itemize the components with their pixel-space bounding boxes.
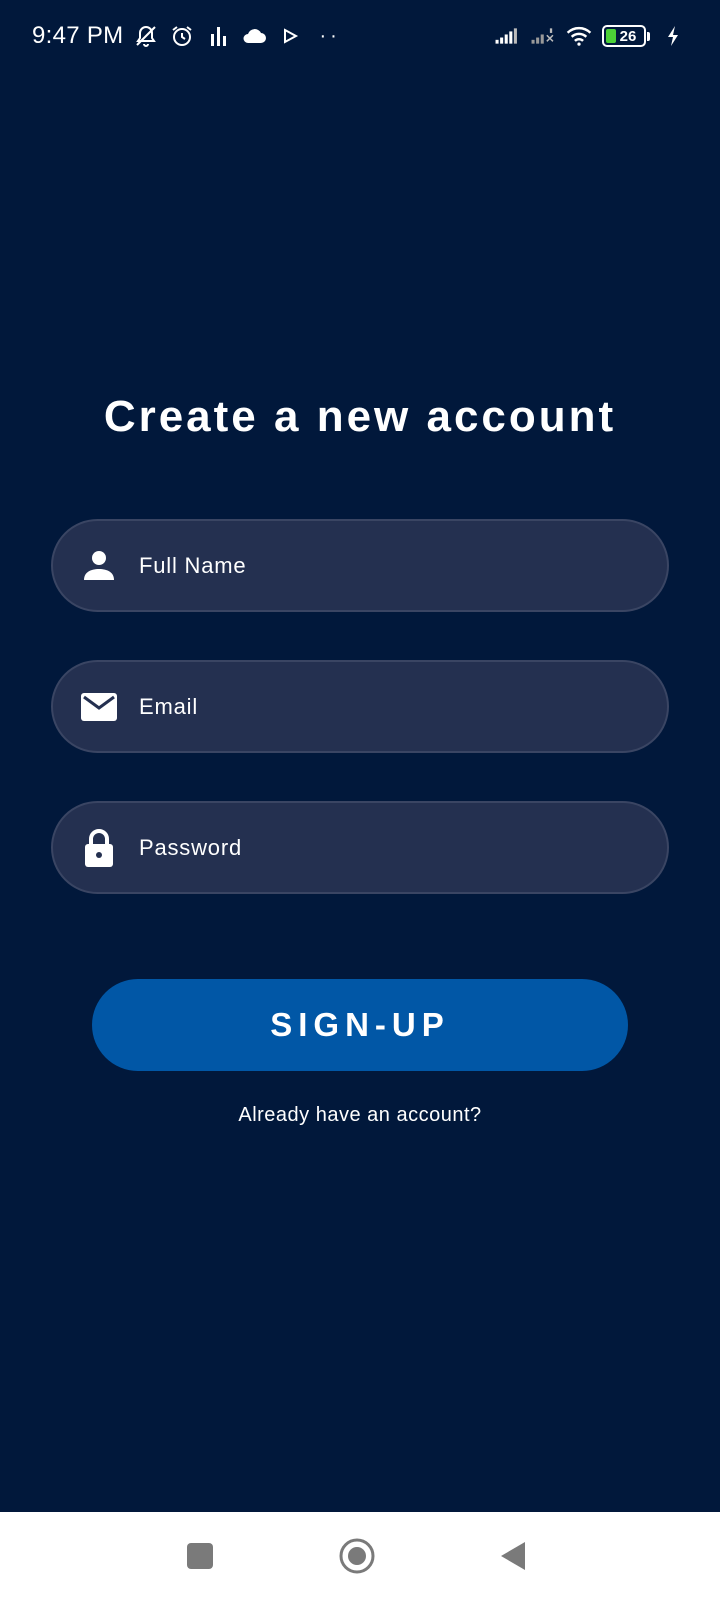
signup-screen: 9:47 PM ·· 26 Create a new account Full … xyxy=(0,0,720,1600)
battery-body: 26 xyxy=(602,25,646,47)
status-right: 26 xyxy=(494,23,686,49)
charging-icon xyxy=(660,23,686,49)
wifi-icon xyxy=(566,23,592,49)
muted-bell-icon xyxy=(133,23,159,49)
login-link[interactable]: Already have an account? xyxy=(0,1104,720,1127)
person-icon xyxy=(77,544,121,588)
play-icon xyxy=(277,23,303,49)
battery-level: 26 xyxy=(619,27,637,45)
more-dots-icon: ·· xyxy=(319,24,341,47)
signup-button[interactable]: SIGN-UP xyxy=(92,979,628,1071)
cloud-icon xyxy=(241,23,267,49)
battery-fill xyxy=(606,29,616,43)
full-name-input[interactable] xyxy=(139,521,667,610)
email-field[interactable] xyxy=(51,660,669,753)
email-input[interactable] xyxy=(139,662,667,751)
full-name-field[interactable] xyxy=(51,519,669,612)
status-left: 9:47 PM ·· xyxy=(32,22,341,50)
signal-icon xyxy=(494,23,520,49)
signal-no-service-icon xyxy=(530,23,556,49)
battery-tip xyxy=(647,31,650,41)
battery-icon: 26 xyxy=(602,25,650,47)
status-bar: 9:47 PM ·· 26 xyxy=(0,0,720,72)
password-field[interactable] xyxy=(51,801,669,894)
back-icon[interactable] xyxy=(485,1528,541,1584)
password-input[interactable] xyxy=(139,803,667,892)
alarm-icon xyxy=(169,23,195,49)
page-title: Create a new account xyxy=(103,392,617,441)
equalizer-icon xyxy=(205,23,231,49)
navigation-bar xyxy=(0,1512,720,1600)
mail-icon xyxy=(77,685,121,729)
status-time: 9:47 PM xyxy=(32,22,124,49)
recents-icon[interactable] xyxy=(172,1528,228,1584)
lock-icon xyxy=(77,826,121,870)
home-icon[interactable] xyxy=(329,1528,385,1584)
